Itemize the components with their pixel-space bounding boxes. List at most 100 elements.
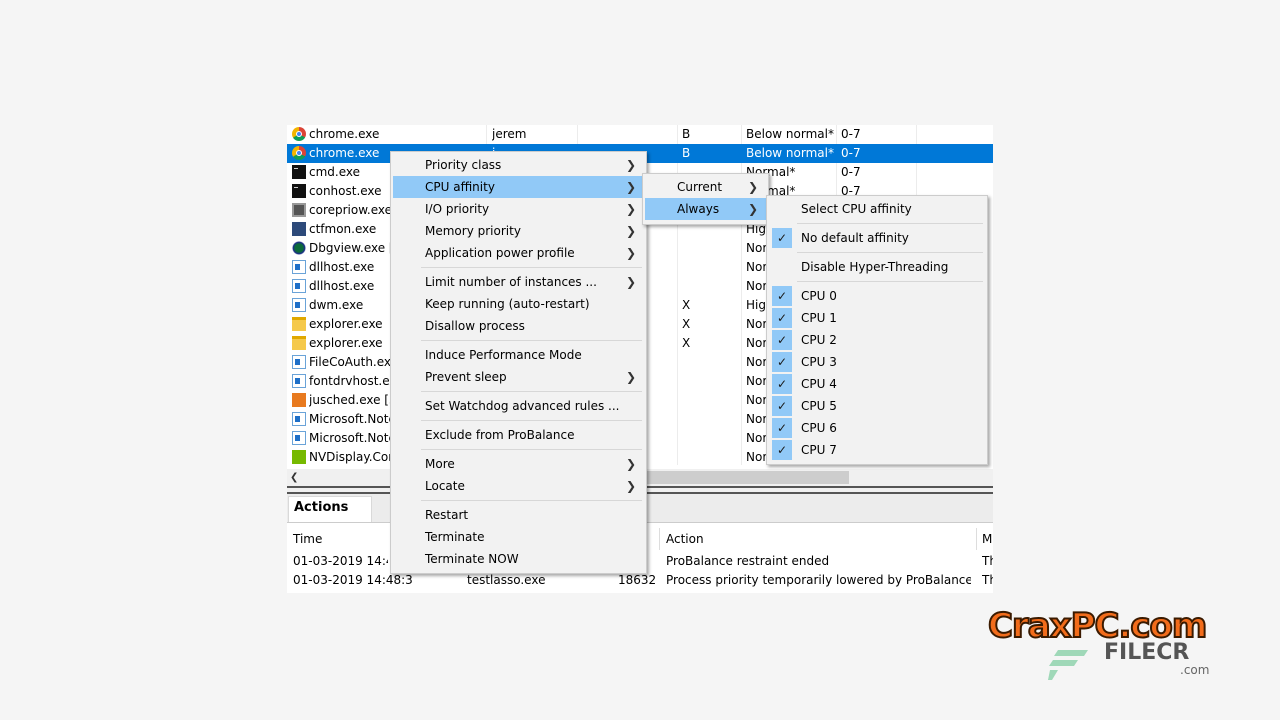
menu-item-cpu-affinity[interactable]: CPU affinity ❯	[393, 176, 644, 198]
process-flag-x: X	[682, 298, 691, 312]
menu-separator	[797, 252, 983, 253]
process-flag-x	[682, 144, 702, 163]
menu-item-keep-running-auto-restart[interactable]: Keep running (auto-restart)	[393, 293, 644, 315]
pen-icon	[292, 222, 306, 236]
menu-separator	[421, 500, 642, 501]
process-flag-x: X	[682, 336, 691, 350]
scroll-left-icon[interactable]: ❮	[290, 470, 302, 485]
scrollbar-thumb[interactable]	[645, 471, 849, 484]
column-header-time[interactable]: Time	[293, 528, 322, 550]
process-flag-x	[682, 277, 702, 296]
log-m: Th	[982, 554, 993, 568]
menu-item-limit-number-of-instances[interactable]: Limit number of instances ... ❯	[393, 271, 644, 293]
cpu-2-item[interactable]: ✓ CPU 2	[769, 329, 985, 351]
window-icon	[292, 279, 306, 293]
menu-separator	[421, 449, 642, 450]
log-time: 01-03-2019 14:48:3	[293, 554, 388, 568]
watermark-sub: FILECR	[1104, 640, 1190, 665]
menu-item-exclude-from-probalance[interactable]: Exclude from ProBalance	[393, 424, 644, 446]
always-affinity-submenu[interactable]: Select CPU affinity ✓ No default affinit…	[766, 195, 988, 465]
cpu-3-item[interactable]: ✓ CPU 3	[769, 351, 985, 373]
menu-item-terminate-now[interactable]: Terminate NOW	[393, 548, 644, 570]
chevron-right-icon: ❯	[747, 202, 758, 216]
disable-hyper-threading-item[interactable]: Disable Hyper-Threading	[769, 256, 985, 278]
column-divider	[659, 528, 660, 550]
column-header-action[interactable]: Action	[666, 528, 704, 550]
process-user: jerem	[492, 127, 527, 141]
chevron-right-icon: ❯	[625, 275, 636, 289]
process-flag-x	[682, 353, 702, 372]
chevron-right-icon: ❯	[747, 180, 758, 194]
window-icon	[292, 355, 306, 369]
menu-item-more[interactable]: More ❯	[393, 453, 644, 475]
console-icon	[292, 184, 306, 198]
bug-icon	[292, 241, 306, 255]
java-icon	[292, 393, 306, 407]
process-flag-x	[682, 258, 702, 277]
log-m: Th	[982, 573, 993, 587]
process-priority: Below normal*	[746, 127, 834, 141]
menu-item-memory-priority[interactable]: Memory priority ❯	[393, 220, 644, 242]
menu-item-locate[interactable]: Locate ❯	[393, 475, 644, 497]
process-priority: Below normal*	[746, 146, 834, 160]
menu-item-induce-performance-mode[interactable]: Induce Performance Mode	[393, 344, 644, 366]
no-default-affinity-item[interactable]: ✓ No default affinity	[769, 227, 985, 249]
process-flag-x	[682, 239, 702, 258]
process-flag-x	[682, 391, 702, 410]
window-icon	[292, 431, 306, 445]
chrome-icon	[292, 146, 306, 160]
chevron-right-icon: ❯	[625, 224, 636, 238]
cpu-6-item[interactable]: ✓ CPU 6	[769, 417, 985, 439]
log-action: ProBalance restraint ended	[666, 554, 830, 568]
chevron-right-icon: ❯	[625, 370, 636, 384]
process-flag-x	[682, 448, 702, 467]
menu-item-set-watchdog-advanced-rules[interactable]: Set Watchdog advanced rules ...	[393, 395, 644, 417]
folder-icon	[292, 336, 306, 350]
window-icon	[292, 374, 306, 388]
cpu-affinity-submenu[interactable]: Current ❯ Always ❯	[642, 173, 769, 225]
process-affinity: 0-7	[841, 146, 861, 160]
log-action: Process priority temporarily lowered by …	[666, 573, 971, 587]
menu-separator	[421, 420, 642, 421]
select-cpu-affinity-item[interactable]: Select CPU affinity	[769, 198, 985, 220]
checkmark-icon: ✓	[772, 374, 792, 394]
checkmark-icon: ✓	[772, 330, 792, 350]
process-affinity: 0-7	[841, 127, 861, 141]
chevron-right-icon: ❯	[625, 202, 636, 216]
menu-item-restart[interactable]: Restart	[393, 504, 644, 526]
menu-item-prevent-sleep[interactable]: Prevent sleep ❯	[393, 366, 644, 388]
menu-separator	[421, 267, 642, 268]
menu-item-disallow-process[interactable]: Disallow process	[393, 315, 644, 337]
cpu-5-item[interactable]: ✓ CPU 5	[769, 395, 985, 417]
context-menu[interactable]: Priority class ❯ CPU affinity ❯ I/O priority…	[390, 151, 647, 574]
nvidia-icon	[292, 450, 306, 464]
cpu-0-item[interactable]: ✓ CPU 0	[769, 285, 985, 307]
column-header-m[interactable]: M	[982, 528, 992, 550]
process-name: chrome.exe	[309, 127, 380, 141]
process-flag-x	[682, 125, 702, 144]
menu-item-i-o-priority[interactable]: I/O priority ❯	[393, 198, 644, 220]
menu-item-always[interactable]: Always ❯	[645, 198, 766, 220]
menu-item-current[interactable]: Current ❯	[645, 176, 766, 198]
app-icon	[292, 203, 306, 217]
window-icon	[292, 298, 306, 312]
process-flag-x: X	[682, 317, 691, 331]
menu-separator	[797, 281, 983, 282]
window-icon	[292, 412, 306, 426]
menu-item-priority-class[interactable]: Priority class ❯	[393, 154, 644, 176]
watermark-com: .com	[1180, 663, 1210, 677]
checkmark-icon: ✓	[772, 440, 792, 460]
chevron-right-icon: ❯	[625, 457, 636, 471]
chrome-icon	[292, 127, 306, 141]
chevron-right-icon: ❯	[625, 180, 636, 194]
cpu-7-item[interactable]: ✓ CPU 7	[769, 439, 985, 461]
checkmark-icon: ✓	[772, 228, 792, 248]
checkmark-icon: ✓	[772, 308, 792, 328]
tab-actions-log[interactable]: Actions log	[288, 496, 372, 537]
menu-item-application-power-profile[interactable]: Application power profile ❯	[393, 242, 644, 264]
process-row[interactable]: chrome.exe jerem B Below normal* 0-7	[287, 125, 993, 144]
cpu-4-item[interactable]: ✓ CPU 4	[769, 373, 985, 395]
cpu-1-item[interactable]: ✓ CPU 1	[769, 307, 985, 329]
menu-item-terminate[interactable]: Terminate	[393, 526, 644, 548]
console-icon	[292, 165, 306, 179]
